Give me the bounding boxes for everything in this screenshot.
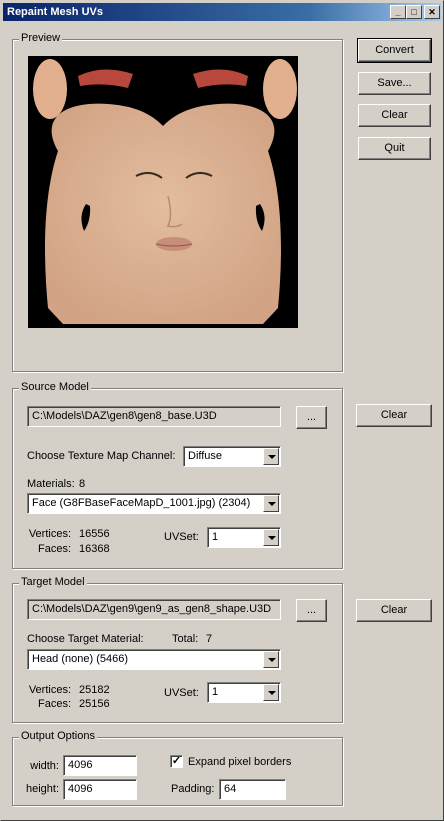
- materials-count: 8: [79, 478, 86, 490]
- height-label: height:: [25, 783, 59, 795]
- maximize-button[interactable]: □: [406, 5, 422, 19]
- minimize-button[interactable]: _: [390, 5, 406, 19]
- target-material-select[interactable]: Head (none) (5466): [27, 649, 281, 670]
- target-clear-button[interactable]: Clear: [356, 599, 432, 622]
- target-model-label: Target Model: [19, 576, 87, 588]
- source-faces-label: Faces:: [37, 543, 71, 555]
- source-browse-button[interactable]: ...: [296, 406, 327, 429]
- texture-channel-select[interactable]: Diffuse: [183, 446, 281, 467]
- quit-button[interactable]: Quit: [358, 137, 431, 160]
- expand-borders-checkbox[interactable]: ✓: [170, 755, 183, 768]
- uv-preview-image: [28, 56, 298, 328]
- source-material-select[interactable]: Face (G8FBaseFaceMapD_1001.jpg) (2304): [27, 493, 281, 514]
- save-button[interactable]: Save...: [358, 72, 431, 95]
- target-faces-label: Faces:: [37, 698, 71, 710]
- source-vertices-value: 16556: [79, 528, 110, 540]
- target-browse-button[interactable]: ...: [296, 599, 327, 622]
- chevron-down-icon[interactable]: [263, 684, 279, 701]
- texture-channel-value: Diffuse: [188, 450, 223, 462]
- target-total-label: Total:: [172, 633, 199, 645]
- chevron-down-icon[interactable]: [263, 448, 279, 465]
- convert-button[interactable]: Convert: [357, 38, 432, 63]
- preview-group-label: Preview: [19, 32, 63, 44]
- chevron-down-icon[interactable]: [263, 651, 279, 668]
- padding-label: Padding:: [171, 783, 215, 795]
- main-window: Repaint Mesh UVs _ □ ✕ Preview Convert S…: [0, 0, 444, 821]
- window-title: Repaint Mesh UVs: [7, 6, 103, 18]
- target-material-label: Choose Target Material:: [27, 633, 144, 645]
- chevron-down-icon[interactable]: [263, 495, 279, 512]
- height-field[interactable]: 4096: [63, 779, 137, 800]
- target-total-value: 7: [206, 633, 213, 645]
- target-vertices-value: 25182: [79, 684, 110, 696]
- source-material-value: Face (G8FBaseFaceMapD_1001.jpg) (2304): [32, 497, 251, 509]
- close-button[interactable]: ✕: [424, 5, 440, 19]
- padding-field[interactable]: 64: [219, 779, 286, 800]
- source-uvset-label: UVSet:: [164, 531, 199, 543]
- expand-borders-label[interactable]: Expand pixel borders: [188, 756, 291, 768]
- source-clear-button[interactable]: Clear: [356, 404, 432, 427]
- source-uvset-value: 1: [212, 531, 219, 543]
- target-uvset-value: 1: [212, 686, 219, 698]
- source-faces-value: 16368: [79, 543, 110, 555]
- source-path-field[interactable]: C:\Models\DAZ\gen8\gen8_base.U3D: [27, 406, 281, 427]
- target-faces-value: 25156: [79, 698, 110, 710]
- texture-channel-label: Choose Texture Map Channel:: [27, 450, 176, 462]
- target-uvset-label: UVSet:: [164, 687, 199, 699]
- source-uvset-select[interactable]: 1: [207, 527, 281, 548]
- output-options-label: Output Options: [19, 730, 97, 742]
- target-path-field[interactable]: C:\Models\DAZ\gen9\gen9_as_gen8_shape.U3…: [27, 599, 281, 620]
- target-vertices-label: Vertices:: [28, 684, 71, 696]
- width-field[interactable]: 4096: [63, 755, 137, 776]
- title-bar[interactable]: Repaint Mesh UVs: [3, 3, 441, 21]
- target-uvset-select[interactable]: 1: [207, 682, 281, 703]
- output-options-group: Output Options: [12, 730, 343, 806]
- clear-preview-button[interactable]: Clear: [358, 104, 431, 127]
- width-label: width:: [30, 760, 59, 772]
- source-vertices-label: Vertices:: [28, 528, 71, 540]
- source-model-label: Source Model: [19, 381, 91, 393]
- chevron-down-icon[interactable]: [263, 529, 279, 546]
- materials-label: Materials:: [27, 478, 75, 490]
- target-material-value: Head (none) (5466): [32, 653, 129, 665]
